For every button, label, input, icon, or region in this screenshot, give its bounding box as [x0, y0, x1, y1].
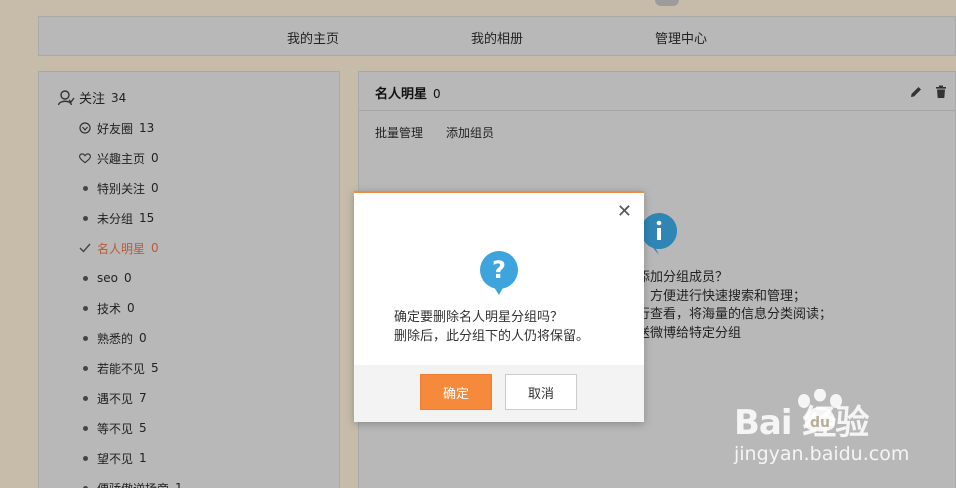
group-title-label: 名人明星: [375, 87, 428, 102]
sidebar-item-count: 0: [123, 271, 132, 285]
trash-icon[interactable]: [935, 85, 947, 102]
sidebar-item-familiar[interactable]: 熟悉的 0: [79, 330, 147, 346]
check-icon: [79, 243, 91, 253]
sidebar-item-label: 技术: [97, 301, 122, 316]
question-icon: ?: [480, 251, 518, 298]
group-sidebar: 关注 34 好友圈 13 兴趣主页 0 特别关注 0 未分组 15 名人明星 0…: [38, 71, 340, 488]
sidebar-item-count: 5: [139, 421, 147, 435]
nav-my-home[interactable]: 我的主页: [287, 28, 339, 47]
info-line-2: ，方便进行快速搜索和管理；: [637, 289, 807, 304]
sidebar-item-count: 5: [151, 361, 159, 375]
bullet-icon: [79, 365, 91, 371]
cancel-button[interactable]: 取消: [505, 374, 577, 410]
sidebar-item-label: 熟悉的: [97, 331, 134, 346]
sidebar-item-label: 未分组: [97, 211, 134, 226]
sidebar-item-friends-circle[interactable]: 好友圈 13: [79, 120, 154, 136]
sidebar-item-count: 1: [139, 451, 147, 465]
sidebar-item-group-9[interactable]: 若能不见 5: [79, 360, 159, 376]
info-line-4: 送微博给特定分组: [637, 326, 742, 341]
sidebar-item-group-10[interactable]: 遇不见 7: [79, 390, 147, 406]
top-knob: [655, 0, 679, 6]
bullet-icon: [79, 455, 91, 461]
sidebar-item-group-12[interactable]: 望不见 1: [79, 450, 147, 466]
watermark-url: jingyan.baidu.com: [734, 443, 910, 465]
group-title: 名人明星 0: [375, 83, 441, 102]
sidebar-item-count: 0: [127, 301, 135, 315]
question-glyph: ?: [492, 256, 506, 284]
nav-my-album[interactable]: 我的相册: [471, 28, 523, 47]
sidebar-header-follow[interactable]: 关注 34: [57, 88, 126, 107]
paw-logo-icon: du: [792, 388, 848, 438]
sidebar-item-label: 特别关注: [97, 181, 146, 196]
sidebar-item-label: 兴趣主页: [97, 151, 146, 166]
dialog-message-line1: 确定要删除名人明星分组吗？: [394, 310, 564, 325]
bullet-icon: [79, 275, 91, 281]
sidebar-item-label: 若能不见: [97, 361, 146, 376]
sidebar-item-interest-pages[interactable]: 兴趣主页 0: [79, 150, 159, 166]
close-icon[interactable]: ✕: [617, 203, 632, 221]
heart-icon: [79, 152, 91, 164]
info-line-3: 行查看，将海量的信息分类阅读；: [637, 307, 833, 322]
sidebar-item-special-follow[interactable]: 特别关注 0: [79, 180, 159, 196]
edit-pencil-icon[interactable]: [909, 85, 923, 102]
sidebar-item-count: 0: [151, 181, 159, 195]
info-icon: [641, 213, 677, 258]
sidebar-item-count: 13: [139, 121, 155, 135]
nav-admin-center[interactable]: 管理中心: [655, 28, 707, 47]
dialog-footer: 确定 取消: [354, 365, 644, 422]
bullet-icon: [79, 425, 91, 431]
add-members-link[interactable]: 添加组员: [446, 124, 494, 141]
sidebar-item-celebrities[interactable]: 名人明星 0: [79, 240, 159, 256]
bullet-icon: [79, 185, 91, 191]
svg-text:du: du: [810, 415, 830, 431]
sidebar-item-group-11[interactable]: 等不见 5: [79, 420, 147, 436]
group-member-count: 0: [433, 87, 441, 101]
bullet-icon: [79, 335, 91, 341]
user-follow-icon: [57, 89, 75, 107]
sidebar-item-label: 好友圈: [97, 121, 134, 136]
dialog-message-line2: 删除后，此分组下的人仍将保留。: [394, 329, 590, 344]
top-nav: 我的主页 我的相册 管理中心: [38, 16, 956, 56]
bullet-icon: [79, 215, 91, 221]
batch-manage-link[interactable]: 批量管理: [375, 124, 423, 141]
sidebar-item-count: 7: [139, 391, 147, 405]
sidebar-item-count: 1: [175, 481, 183, 488]
confirm-button[interactable]: 确定: [420, 374, 492, 410]
sidebar-item-ungrouped[interactable]: 未分组 15: [79, 210, 154, 226]
sidebar-item-count: 0: [151, 151, 159, 165]
friends-circle-icon: [79, 122, 91, 134]
sidebar-item-label: 望不见: [97, 451, 134, 466]
bullet-icon: [79, 395, 91, 401]
bullet-icon: [79, 305, 91, 311]
sidebar-item-label: 便骄傲逆扬旁: [97, 480, 169, 488]
sidebar-item-label: 等不见: [97, 421, 134, 436]
sidebar-item-label: seo: [97, 271, 118, 285]
sidebar-item-group-13[interactable]: 便骄傲逆扬旁 1: [79, 480, 183, 488]
sidebar-item-label: 遇不见: [97, 391, 134, 406]
sidebar-item-seo[interactable]: seo 0: [79, 270, 132, 286]
sidebar-item-label: 名人明星: [97, 241, 146, 256]
delete-group-dialog: ✕ ? 确定要删除名人明星分组吗？ 删除后，此分组下的人仍将保留。 确定 取消: [354, 191, 644, 422]
sidebar-item-tech[interactable]: 技术 0: [79, 300, 135, 316]
sidebar-item-count: 0: [151, 241, 159, 255]
sidebar-header-label: 关注: [79, 92, 106, 107]
sidebar-item-count: 0: [139, 331, 147, 345]
sidebar-header-count: 34: [111, 90, 127, 105]
baidu-jingyan-watermark: Bai 经验 du jingyan.baidu.com: [734, 388, 944, 475]
panel-divider: [359, 110, 955, 111]
info-line-1: 添加分组成员？: [637, 270, 729, 285]
sidebar-item-count: 15: [139, 211, 155, 225]
